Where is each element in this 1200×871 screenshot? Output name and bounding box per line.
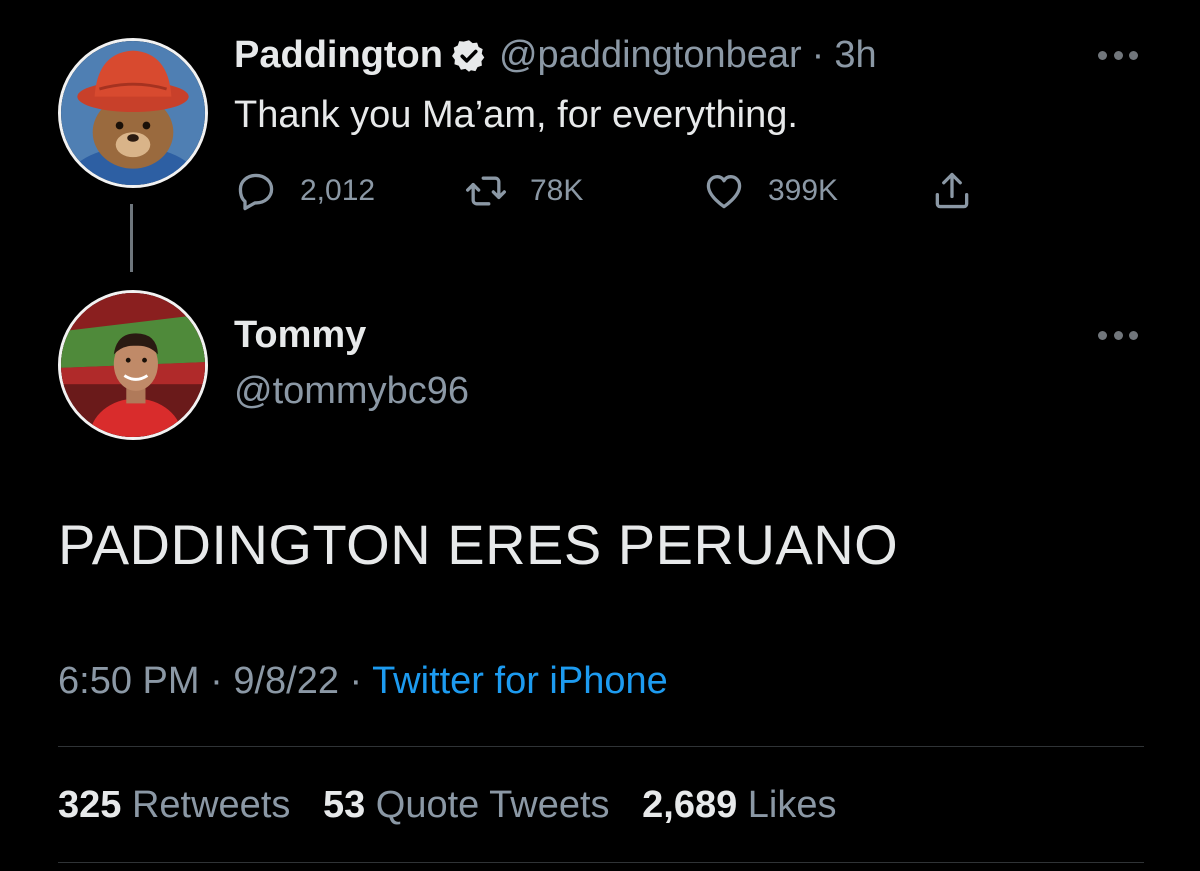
tweet1-actions: 2,012 78K 399K — [234, 164, 994, 218]
avatar-tommy-image — [61, 293, 205, 437]
verified-badge-icon — [452, 39, 485, 72]
retweet-icon — [466, 176, 506, 206]
reply-button[interactable]: 2,012 — [234, 164, 375, 218]
tweet2-meta: 6:50 PM · 9/8/22 · Twitter for iPhone — [58, 660, 668, 703]
likes-count[interactable]: 2,689 — [642, 784, 737, 826]
meta-separator: · — [210, 660, 223, 702]
like-count: 399K — [768, 174, 839, 207]
divider — [58, 746, 1144, 747]
tweet2-time[interactable]: 6:50 PM — [58, 660, 200, 702]
like-button[interactable]: 399K — [702, 164, 838, 218]
tweet1-timestamp[interactable]: 3h — [834, 34, 876, 77]
tweet2-text: PADDINGTON ERES PERUANO — [58, 513, 899, 576]
tweet2-source-link[interactable]: Twitter for iPhone — [372, 660, 668, 702]
reply-count: 2,012 — [300, 174, 376, 207]
avatar-paddington-image — [61, 41, 205, 185]
quote-tweets-label[interactable]: Quote Tweets — [376, 784, 610, 826]
reply-icon — [238, 173, 274, 211]
tweet1-time-separator: · — [811, 34, 825, 76]
tweet1-author-name[interactable]: Paddington — [234, 34, 443, 77]
tweet1-text: Thank you Ma’am, for everything. — [234, 94, 798, 136]
tweet1-header: Paddington @paddingtonbear · 3h — [234, 34, 877, 77]
avatar-tommy[interactable] — [58, 290, 208, 440]
tweet1-author-handle[interactable]: @paddingtonbear — [499, 34, 802, 77]
retweet-button[interactable]: 78K — [464, 164, 583, 218]
tweet2-author-name[interactable]: Tommy — [234, 314, 366, 357]
thread-connector-line — [130, 204, 133, 272]
retweets-count[interactable]: 325 — [58, 784, 121, 826]
quote-tweets-count[interactable]: 53 — [323, 784, 365, 826]
share-icon — [935, 172, 969, 209]
tweet2-date[interactable]: 9/8/22 — [233, 660, 339, 702]
tweet2-stats: 325 Retweets 53 Quote Tweets 2,689 Likes — [58, 784, 859, 827]
avatar-paddington[interactable] — [58, 38, 208, 188]
heart-icon — [706, 175, 742, 209]
divider — [58, 862, 1144, 863]
retweet-count: 78K — [530, 174, 584, 207]
retweets-label[interactable]: Retweets — [132, 784, 290, 826]
share-button[interactable] — [930, 164, 974, 218]
meta-separator: · — [349, 660, 363, 702]
tweet2-more-icon[interactable] — [1098, 328, 1138, 342]
tweet2-author-handle[interactable]: @tommybc96 — [234, 370, 469, 413]
tweet1-more-icon[interactable] — [1098, 48, 1138, 62]
likes-label[interactable]: Likes — [748, 784, 837, 826]
